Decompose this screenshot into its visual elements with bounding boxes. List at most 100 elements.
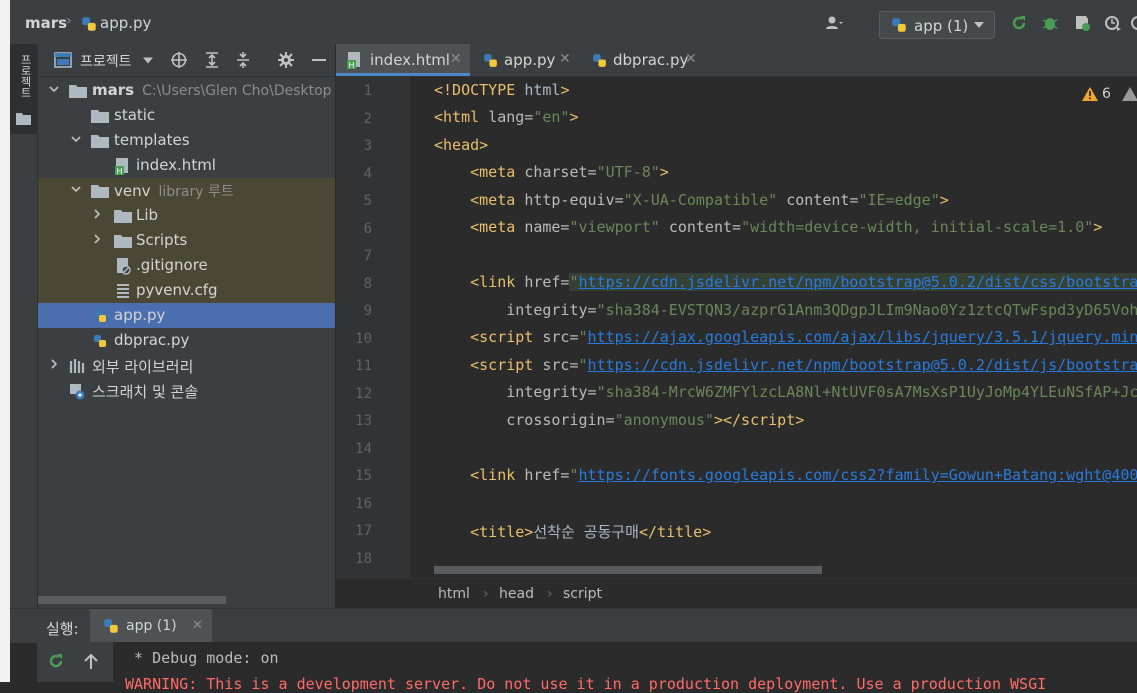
close-icon[interactable]: ✕	[450, 51, 462, 67]
tab-dbprac-py[interactable]: dbprac.py ✕	[579, 44, 704, 76]
minimize-icon[interactable]	[312, 59, 326, 61]
tree-item-venv[interactable]: venv library 루트	[38, 178, 335, 203]
tab-label: app.py	[504, 51, 556, 69]
tree-label: templates	[114, 131, 190, 149]
line-number: 1	[363, 83, 372, 99]
chevron-down-icon	[974, 22, 984, 28]
code-editor[interactable]: <!DOCTYPE html> <html lang="en"> <head> …	[410, 77, 1137, 566]
tree-item-app-py[interactable]: app.py	[38, 303, 335, 328]
code-line-5: <meta http-equiv="X-UA-Compatible" conte…	[470, 191, 949, 209]
warning-icon	[1082, 87, 1098, 101]
line-number: 7	[363, 248, 372, 264]
library-icon	[69, 359, 85, 373]
breadcrumb-item[interactable]: script	[563, 586, 602, 602]
locate-icon[interactable]	[170, 51, 188, 69]
run-console[interactable]: * Debug mode: on WARNING: This is a deve…	[113, 642, 1137, 693]
tree-label: 외부 라이브러리	[92, 358, 194, 376]
warning-icon	[1122, 87, 1137, 101]
console-line: * Debug mode: on	[125, 649, 279, 667]
tool-window-strip: 프로젝트	[10, 44, 38, 608]
close-icon[interactable]: ✕	[685, 51, 697, 67]
line-number: 16	[355, 495, 372, 512]
editor-tab-bar: H index.html ✕ app.py ✕ dbprac.py ✕	[336, 44, 1137, 77]
tree-item-dbprac-py[interactable]: dbprac.py	[38, 328, 335, 353]
line-number: 10	[355, 330, 372, 347]
line-number: 15	[355, 468, 372, 484]
code-line-15: <link href="https://fonts.googleapis.com…	[470, 466, 1137, 484]
code-line-11: <script src="https://cdn.jsdelivr.net/np…	[470, 356, 1137, 374]
html-file-icon: H	[115, 158, 128, 175]
project-horizontal-scrollbar[interactable]	[38, 596, 226, 604]
collapse-all-icon[interactable]	[235, 51, 251, 69]
rerun-icon[interactable]	[47, 652, 65, 670]
code-line-6: <meta name="viewport" content="width=dev…	[470, 218, 1103, 236]
debug-bug-icon[interactable]	[1041, 14, 1059, 32]
tab-index-html[interactable]: H index.html ✕	[336, 44, 470, 76]
background-window-strip	[0, 0, 10, 682]
tree-item-mars[interactable]: mars C:\Users\Glen Cho\Desktop	[38, 78, 335, 103]
tree-label: Scripts	[136, 231, 188, 249]
breadcrumb-item[interactable]: head	[499, 586, 534, 602]
run-tab-app[interactable]: app (1) ✕	[90, 609, 212, 643]
close-icon[interactable]: ✕	[192, 618, 203, 633]
folder-icon	[114, 235, 132, 248]
tree-item-pyvenv-cfg[interactable]: pyvenv.cfg	[38, 278, 335, 303]
chevron-right-icon	[51, 359, 58, 369]
code-line-10: <script src="https://ajax.googleapis.com…	[470, 328, 1137, 346]
line-number: 8	[363, 275, 372, 292]
tree-item-index-html[interactable]: H index.html	[38, 153, 335, 178]
tab-label: dbprac.py	[613, 51, 689, 69]
chevron-right-icon	[94, 209, 101, 219]
tree-label: static	[114, 106, 156, 124]
tab-app-py[interactable]: app.py ✕	[470, 44, 579, 76]
expand-all-icon[interactable]	[204, 51, 220, 69]
tree-item-static[interactable]: static	[38, 103, 335, 128]
code-line-17: <title>선착순 공동구매</title>	[470, 523, 712, 541]
editor-breadcrumb: html › head › script	[336, 578, 1137, 609]
line-number: 14	[355, 440, 372, 457]
run-panel-label: 실행:	[46, 620, 79, 638]
rerun-icon[interactable]	[1010, 14, 1028, 32]
tree-item-scratches[interactable]: 스크래치 및 콘솔	[38, 378, 335, 403]
run-config-dropdown[interactable]: app (1)	[879, 11, 995, 39]
profile-icon[interactable]	[1104, 14, 1122, 32]
python-file-icon	[593, 54, 606, 67]
python-file-icon	[94, 335, 106, 347]
project-panel-header: 프로젝트	[38, 44, 335, 77]
nav-file[interactable]: app.py	[100, 14, 151, 32]
more-icon[interactable]	[1130, 14, 1137, 32]
code-line-1: <!DOCTYPE html>	[434, 81, 570, 99]
tree-item-scripts[interactable]: Scripts	[38, 228, 335, 253]
breadcrumb-item[interactable]: html	[438, 586, 470, 602]
code-line-2: <html lang="en">	[434, 108, 579, 126]
tree-item-templates[interactable]: templates	[38, 128, 335, 153]
editor-horizontal-scrollbar[interactable]	[434, 566, 822, 574]
tree-item-lib[interactable]: Lib	[38, 203, 335, 228]
project-tree: mars C:\Users\Glen Cho\Desktop static tem…	[38, 77, 335, 608]
chevron-right-icon	[94, 234, 101, 244]
folder-icon	[16, 113, 31, 125]
tree-item-gitignore[interactable]: .gitignore	[38, 253, 335, 278]
line-number: 11	[355, 358, 372, 374]
coverage-icon[interactable]	[1073, 14, 1091, 32]
folder-icon	[91, 110, 109, 123]
code-line-12: integrity="sha384-MrcW6ZMFYlzcLA8Nl+NtUV…	[506, 383, 1137, 401]
chevron-down-icon	[49, 86, 59, 93]
user-icon[interactable]	[825, 14, 843, 32]
arrow-up-icon[interactable]	[83, 652, 99, 670]
nav-project[interactable]: mars	[25, 14, 67, 32]
svg-text:H: H	[349, 61, 355, 69]
run-tab-label: app (1)	[126, 618, 177, 634]
gear-icon[interactable]	[277, 51, 295, 69]
tree-label: index.html	[136, 156, 216, 174]
close-icon[interactable]: ✕	[559, 51, 571, 67]
tree-item-external-libraries[interactable]: 외부 라이브러리	[38, 353, 335, 378]
run-config-label: app (1)	[914, 17, 969, 35]
chevron-down-icon[interactable]	[143, 57, 153, 64]
code-line-8: <link href="https://cdn.jsdelivr.net/npm…	[434, 273, 1137, 291]
python-file-icon	[82, 17, 96, 31]
line-number: 4	[363, 165, 372, 182]
python-file-icon	[484, 54, 497, 67]
nav-separator-icon: ›	[66, 13, 72, 29]
project-panel-title[interactable]: 프로젝트	[80, 51, 132, 71]
